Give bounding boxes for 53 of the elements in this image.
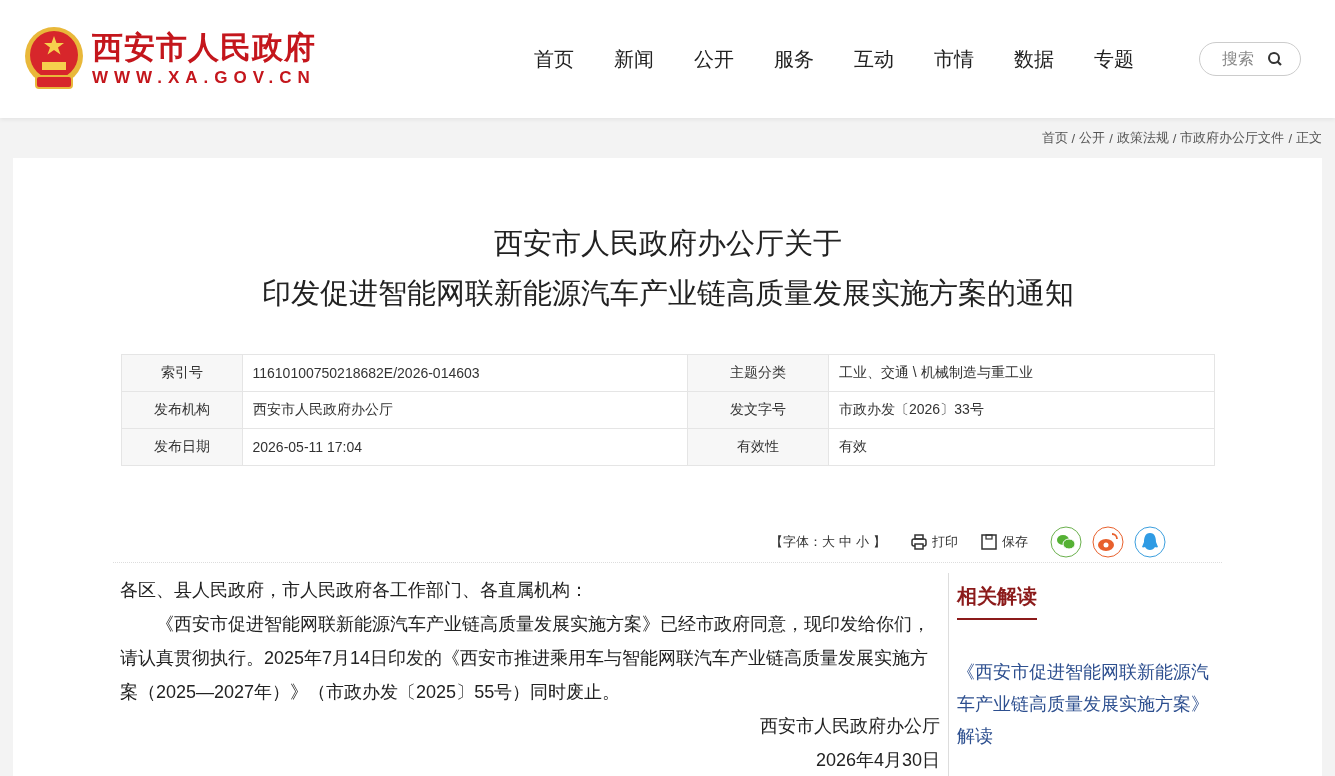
nav-link[interactable]: 服务 <box>774 45 814 73</box>
site-name: 西安市人民政府 <box>92 30 316 66</box>
document-title: 西安市人民政府办公厅关于 <box>492 226 843 261</box>
table-cell: 西安市人民政府办公厅 <box>242 391 688 429</box>
nav-link[interactable]: 市情 <box>934 45 974 73</box>
nav-link[interactable]: 互动 <box>854 45 894 73</box>
nav-link[interactable]: 首页 <box>534 45 574 73</box>
font-size-link[interactable]: 大 <box>822 534 835 549</box>
table-cell: 发布机构 <box>121 391 242 429</box>
nav-link[interactable]: 专题 <box>1094 45 1134 73</box>
nav-link[interactable]: 数据 <box>1014 45 1054 73</box>
nav-link[interactable]: 公开 <box>694 45 734 73</box>
table-cell: 11610100750218682E/2026-014603 <box>242 354 688 392</box>
document-title: 印发促进智能网联新能源汽车产业链高质量发展实施方案的通知 <box>260 276 1075 311</box>
table-cell: 发布日期 <box>121 428 242 466</box>
table-cell: 有效 <box>828 428 1214 466</box>
breadcrumb-link[interactable]: 正文 <box>1296 129 1322 147</box>
breadcrumb-separator: / <box>1288 130 1292 146</box>
breadcrumb-separator: / <box>1071 130 1076 146</box>
breadcrumb-separator: / <box>1172 130 1177 146</box>
signature-line: 西安市人民政府办公厅 <box>759 715 940 738</box>
breadcrumb-link[interactable]: 公开 <box>1079 129 1106 147</box>
table-cell: 发文字号 <box>687 391 829 429</box>
search-icon[interactable] <box>1267 51 1283 67</box>
chat-bubbles-icon[interactable] <box>1050 526 1082 558</box>
breadcrumb-link[interactable]: 市政府办公厅文件 <box>1180 129 1285 147</box>
save-button[interactable]: 保存 <box>980 533 1028 551</box>
font-size-link[interactable]: 小 <box>856 534 869 549</box>
font-size-link[interactable]: 中 <box>839 534 852 549</box>
breadcrumb-link[interactable]: 首页 <box>1041 129 1068 147</box>
breadcrumb-separator: / <box>1109 130 1113 146</box>
table-cell: 市政办发〔2026〕33号 <box>828 391 1214 429</box>
font-size-bracket: 】 <box>873 534 886 549</box>
breadcrumb-link[interactable]: 政策法规 <box>1116 129 1169 147</box>
site-url: WWW.XA.GOV.CN <box>92 68 316 88</box>
table-cell: 主题分类 <box>687 354 829 392</box>
signature-line: 2026年4月30日 <box>814 749 940 772</box>
eye-logo-icon[interactable] <box>1092 526 1124 558</box>
penguin-icon[interactable] <box>1134 526 1166 558</box>
table-cell: 有效性 <box>687 428 829 466</box>
emblem-icon <box>24 26 84 92</box>
related-link[interactable]: 《西安市促进智能网联新能源汽车产业链高质量发展实施方案》解读 <box>957 656 1217 752</box>
sidebar-heading: 相关解读 <box>957 583 1037 620</box>
nav-link[interactable]: 新闻 <box>614 45 654 73</box>
table-cell: 工业、交通 \ 机械制造与重工业 <box>828 354 1214 392</box>
search-field[interactable]: 搜索 <box>1199 42 1301 76</box>
salutation: 各区、县人民政府，市人民政府各工作部门、各直属机构： <box>120 579 589 602</box>
table-cell: 2026-05-11 17:04 <box>242 428 688 466</box>
printer-icon <box>910 533 928 551</box>
body-paragraph: 《西安市促进智能网联新能源汽车产业链高质量发展实施方案》已经市政府同意，现印发给你们，请认真贯彻执行。2025年7月14日印发的《西安市推进乘用车与智能网联汽车产业链高质量发展实施方案（2025—2027年）》（市政办发〔2025〕55号）同时废止。 <box>120 613 931 704</box>
font-size-label: 【字体： <box>770 534 822 549</box>
table-cell: 索引号 <box>121 354 242 392</box>
print-button[interactable]: 打印 <box>910 533 958 551</box>
